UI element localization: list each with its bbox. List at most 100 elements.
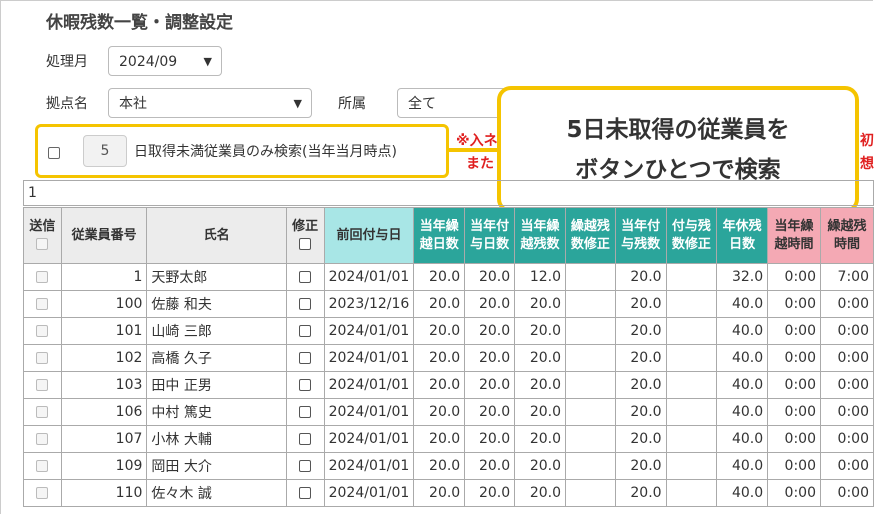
dept-select[interactable]: 全て: [397, 88, 507, 118]
fix-checkbox[interactable]: [299, 271, 312, 283]
grant-fix-cell[interactable]: [665, 452, 718, 480]
carry-fix-cell[interactable]: [565, 290, 616, 318]
emp-no-cell: 1: [60, 263, 148, 291]
prev-date-cell: 2024/01/01: [323, 479, 415, 507]
table-row: 107 小林 大輔 2024/01/01 20.0 20.0 20.0 20.0 40.0 0:…: [23, 425, 874, 453]
carry-fix-cell[interactable]: [565, 317, 616, 345]
carry-hours-cell: 0:00: [767, 371, 821, 399]
name-cell: 天野太郎: [146, 263, 287, 291]
send-checkbox[interactable]: [36, 487, 49, 499]
header-h3: 当年繰 越残数: [514, 207, 566, 264]
name-cell: 岡田 大介: [146, 452, 287, 480]
dept-label: 所属: [338, 96, 366, 112]
grant-fix-cell[interactable]: [665, 290, 718, 318]
fix-checkbox[interactable]: [299, 460, 312, 472]
grant-days-cell: 20.0: [464, 398, 516, 426]
carry-days-cell: 20.0: [413, 371, 466, 399]
send-checkbox[interactable]: [36, 379, 49, 391]
carry-fix-cell[interactable]: [565, 344, 616, 372]
carry-remain-cell: 12.0: [514, 263, 566, 291]
prev-date-cell: 2023/12/16: [323, 290, 415, 318]
checkbox-cell: [285, 317, 325, 345]
header-emp-no[interactable]: 従業員番号: [60, 207, 148, 264]
pagination-input[interactable]: 1: [23, 180, 874, 206]
send-checkbox[interactable]: [36, 460, 49, 472]
table-row: 100 佐藤 和夫 2023/12/16 20.0 20.0 20.0 20.0 40.0 0:…: [23, 290, 874, 318]
annual-remain-cell: 32.0: [716, 263, 769, 291]
fix-checkbox[interactable]: [299, 433, 312, 445]
fix-checkbox[interactable]: [299, 298, 312, 310]
fix-checkbox[interactable]: [299, 379, 312, 391]
dept-select-value: 全て: [408, 96, 436, 112]
fix-checkbox[interactable]: [299, 325, 312, 337]
five-day-search-checkbox[interactable]: [48, 147, 60, 159]
days-input[interactable]: 5: [83, 135, 127, 167]
prev-date-cell: 2024/01/01: [323, 398, 415, 426]
month-select-value: 2024/09: [119, 54, 178, 70]
emp-no-cell: 110: [60, 479, 148, 507]
send-checkbox[interactable]: [36, 433, 49, 445]
carry-fix-cell[interactable]: [565, 371, 616, 399]
grant-days-cell: 20.0: [464, 344, 516, 372]
grant-fix-cell[interactable]: [665, 371, 718, 399]
carry-remain-cell: 20.0: [514, 290, 566, 318]
carry-days-cell: 20.0: [413, 290, 466, 318]
checkbox-cell: [23, 452, 62, 480]
fix-checkbox[interactable]: [299, 487, 312, 499]
send-all-checkbox[interactable]: [36, 238, 49, 250]
name-cell: 田中 正男: [146, 371, 287, 399]
prev-date-cell: 2024/01/01: [323, 317, 415, 345]
carry-fix-cell[interactable]: [565, 263, 616, 291]
table-row: 106 中村 篤史 2024/01/01 20.0 20.0 20.0 20.0 40.0 0:…: [23, 398, 874, 426]
table-row: 101 山崎 三郎 2024/01/01 20.0 20.0 20.0 20.0 40.0 0:…: [23, 317, 874, 345]
table-row: 110 佐々木 誠 2024/01/01 20.0 20.0 20.0 20.0 40.0 0:…: [23, 479, 874, 507]
grant-fix-cell[interactable]: [665, 425, 718, 453]
carry-fix-cell[interactable]: [565, 398, 616, 426]
month-select[interactable]: 2024/09 ▼: [108, 46, 222, 76]
grant-fix-cell[interactable]: [665, 479, 718, 507]
carry-remain-cell: 20.0: [514, 371, 566, 399]
grant-days-cell: 20.0: [464, 371, 516, 399]
send-checkbox[interactable]: [36, 325, 49, 337]
grant-fix-cell[interactable]: [665, 263, 718, 291]
prev-date-cell: 2024/01/01: [323, 452, 415, 480]
annual-remain-cell: 40.0: [716, 344, 769, 372]
grant-days-cell: 20.0: [464, 425, 516, 453]
fix-all-checkbox[interactable]: [299, 238, 312, 250]
carry-fix-cell[interactable]: [565, 479, 616, 507]
header-name[interactable]: 氏名: [146, 207, 287, 264]
send-checkbox[interactable]: [36, 406, 49, 418]
emp-no-cell: 107: [60, 425, 148, 453]
annual-remain-cell: 40.0: [716, 371, 769, 399]
name-cell: 山崎 三郎: [146, 317, 287, 345]
send-checkbox[interactable]: [36, 298, 49, 310]
send-checkbox[interactable]: [36, 352, 49, 364]
header-prev-date[interactable]: 前回付与日: [323, 207, 415, 264]
prev-date-cell: 2024/01/01: [323, 344, 415, 372]
checkbox-cell: [285, 452, 325, 480]
annual-remain-cell: 40.0: [716, 452, 769, 480]
carry-remain-hours-cell: 0:00: [820, 398, 874, 426]
base-select[interactable]: 本社 ▼: [108, 88, 312, 118]
grant-days-cell: 20.0: [464, 479, 516, 507]
grant-fix-cell[interactable]: [665, 398, 718, 426]
carry-remain-cell: 20.0: [514, 398, 566, 426]
grant-fix-cell[interactable]: [665, 344, 718, 372]
fix-checkbox[interactable]: [299, 352, 312, 364]
carry-remain-hours-cell: 0:00: [820, 371, 874, 399]
grant-remain-cell: 20.0: [614, 398, 667, 426]
grant-fix-cell[interactable]: [665, 317, 718, 345]
header-h7: 年休残 日数: [716, 207, 769, 264]
carry-remain-hours-cell: 7:00: [820, 263, 874, 291]
checkbox-cell: [285, 290, 325, 318]
fix-checkbox[interactable]: [299, 406, 312, 418]
carry-days-cell: 20.0: [413, 452, 466, 480]
grant-remain-cell: 20.0: [614, 263, 667, 291]
carry-fix-cell[interactable]: [565, 452, 616, 480]
grant-remain-cell: 20.0: [614, 371, 667, 399]
header-h4: 繰越残 数修正: [565, 207, 616, 264]
annual-remain-cell: 40.0: [716, 290, 769, 318]
send-checkbox[interactable]: [36, 271, 49, 283]
carry-remain-hours-cell: 0:00: [820, 425, 874, 453]
carry-fix-cell[interactable]: [565, 425, 616, 453]
